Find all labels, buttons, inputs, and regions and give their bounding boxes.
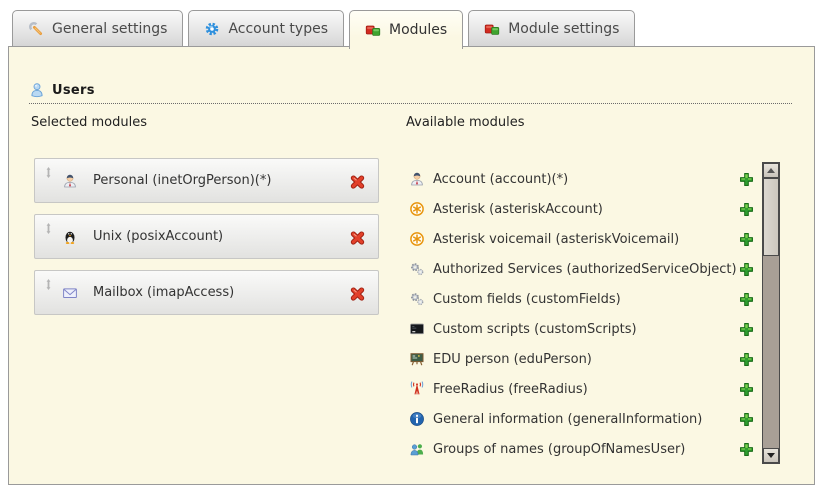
person-icon — [62, 173, 78, 189]
tab-label: Module settings — [508, 21, 619, 37]
asterisk-icon — [409, 201, 425, 217]
drag-handle-icon[interactable] — [42, 222, 55, 235]
selected-module-label: Unix (posixAccount) — [93, 229, 223, 244]
add-module-button[interactable] — [738, 381, 755, 398]
selected-module-label: Mailbox (imapAccess) — [93, 285, 234, 300]
add-module-button[interactable] — [738, 171, 755, 188]
tab-label: General settings — [52, 21, 167, 37]
available-module-row: Account (account)(*) — [409, 164, 761, 194]
gears-icon — [409, 291, 425, 307]
selected-module-label: Personal (inetOrgPerson)(*) — [93, 173, 271, 188]
scrollbar-thumb[interactable] — [763, 178, 779, 256]
available-module-label: Authorized Services (authorizedServiceOb… — [433, 262, 737, 277]
remove-module-button[interactable] — [349, 285, 366, 302]
add-module-button[interactable] — [738, 411, 755, 428]
available-module-row: Authorized Services (authorizedServiceOb… — [409, 254, 761, 284]
person-icon — [409, 171, 425, 187]
available-module-label: Groups of names (groupOfNamesUser) — [433, 442, 685, 457]
available-module-label: Asterisk (asteriskAccount) — [433, 202, 603, 217]
available-module-label: Custom scripts (customScripts) — [433, 322, 637, 337]
tab-modules[interactable]: Modules — [349, 10, 463, 49]
selected-modules-list: Personal (inetOrgPerson)(*) Unix (posixAc… — [34, 158, 379, 326]
scrollbar-down-button[interactable] — [763, 448, 779, 463]
modules-panel: Users Selected modules Available modules… — [8, 46, 815, 485]
section-title: Users — [52, 83, 95, 98]
available-module-row: General information (generalInformation) — [409, 404, 761, 434]
blocks-icon — [484, 21, 500, 37]
available-module-row: Custom scripts (customScripts) — [409, 314, 761, 344]
remove-module-button[interactable] — [349, 173, 366, 190]
tab-general-settings[interactable]: General settings — [12, 10, 183, 47]
available-module-row: FreeRadius (freeRadius) — [409, 374, 761, 404]
add-module-button[interactable] — [738, 231, 755, 248]
tab-account-types[interactable]: Account types — [188, 10, 344, 47]
add-module-button[interactable] — [738, 351, 755, 368]
tab-label: Account types — [228, 21, 328, 37]
available-module-row: Asterisk (asteriskAccount) — [409, 194, 761, 224]
tux-icon — [62, 229, 78, 245]
available-modules-list: Account (account)(*) Asterisk (asteriskAc… — [409, 164, 761, 464]
scrollbar-up-button[interactable] — [763, 163, 779, 178]
mail-icon — [62, 285, 78, 301]
available-modules-heading: Available modules — [406, 115, 524, 130]
available-module-row: EDU person (eduPerson) — [409, 344, 761, 374]
available-module-row: Asterisk voicemail (asteriskVoicemail) — [409, 224, 761, 254]
blackboard-icon — [409, 351, 425, 367]
available-module-label: EDU person (eduPerson) — [433, 352, 592, 367]
add-module-button[interactable] — [738, 261, 755, 278]
add-module-button[interactable] — [738, 291, 755, 308]
available-module-label: Account (account)(*) — [433, 172, 568, 187]
wrench-icon — [28, 21, 44, 37]
drag-handle-icon[interactable] — [42, 166, 55, 179]
available-module-label: Asterisk voicemail (asteriskVoicemail) — [433, 232, 679, 247]
add-module-button[interactable] — [738, 441, 755, 458]
selected-module-row[interactable]: Unix (posixAccount) — [34, 214, 379, 259]
available-list-scrollbar[interactable] — [762, 162, 780, 464]
available-module-label: Custom fields (customFields) — [433, 292, 621, 307]
users-section-header: Users — [29, 82, 792, 104]
user-icon — [29, 82, 45, 98]
group-icon — [409, 441, 425, 457]
selected-modules-heading: Selected modules — [31, 115, 147, 130]
antenna-icon — [409, 381, 425, 397]
tab-label: Modules — [389, 22, 447, 38]
chevron-up-icon — [767, 168, 775, 173]
chevron-down-icon — [767, 453, 775, 458]
available-module-row: Custom fields (customFields) — [409, 284, 761, 314]
add-module-button[interactable] — [738, 201, 755, 218]
gears-icon — [409, 261, 425, 277]
asterisk-icon — [409, 231, 425, 247]
available-module-label: General information (generalInformation) — [433, 412, 702, 427]
info-icon — [409, 411, 425, 427]
blocks-icon — [365, 22, 381, 38]
drag-handle-icon[interactable] — [42, 278, 55, 291]
gear-icon — [204, 21, 220, 37]
add-module-button[interactable] — [738, 321, 755, 338]
available-module-row: Groups of names (groupOfNamesUser) — [409, 434, 761, 464]
terminal-icon — [409, 321, 425, 337]
selected-module-row[interactable]: Mailbox (imapAccess) — [34, 270, 379, 315]
available-module-label: FreeRadius (freeRadius) — [433, 382, 588, 397]
tab-bar: General settings Account types Modules Modu… — [12, 10, 635, 49]
remove-module-button[interactable] — [349, 229, 366, 246]
selected-module-row[interactable]: Personal (inetOrgPerson)(*) — [34, 158, 379, 203]
tab-module-settings[interactable]: Module settings — [468, 10, 635, 47]
